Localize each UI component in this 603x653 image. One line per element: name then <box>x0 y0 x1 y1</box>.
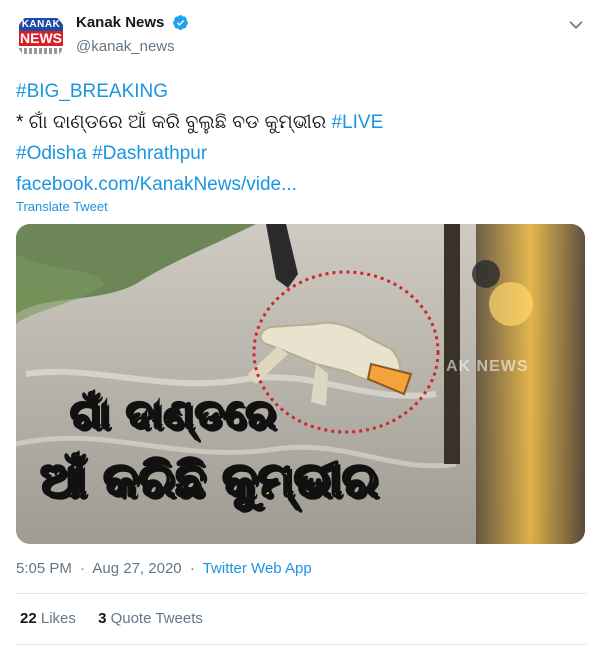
pole <box>444 224 460 464</box>
author-block: Kanak News @kanak_news <box>76 14 189 55</box>
tweet-date[interactable]: Aug 27, 2020 <box>92 560 181 577</box>
quote-tweets-label: Quote Tweets <box>110 610 203 627</box>
verified-badge-icon <box>172 15 188 31</box>
avatar-logo-tagline <box>19 48 63 54</box>
facebook-video-link[interactable]: facebook.com/KanakNews/vide... <box>16 174 297 195</box>
avatar[interactable]: KANAK NEWS <box>16 12 66 62</box>
meta-separator: · <box>189 560 195 577</box>
hashtag-live[interactable]: #LIVE <box>331 112 383 133</box>
tweet-odia-text: * ଗାଁ ଦାଣ୍ଡରେ ଆଁ କରି ବୁଲୁଛି ବଡ କୁମ୍ଭୀର <box>16 112 332 133</box>
tweet-timestamp-row: 5:05 PM · Aug 27, 2020 · Twitter Web App <box>16 560 312 577</box>
tweet-header: KANAK NEWS Kanak News @kanak_news <box>16 12 587 64</box>
tweet-time[interactable]: 5:05 PM <box>16 560 72 577</box>
hashtag-odisha[interactable]: #Odisha <box>16 143 87 164</box>
hashtag-dashrathpur[interactable]: #Dashrathpur <box>92 143 207 164</box>
divider <box>16 644 587 645</box>
likes-stat[interactable]: 22 Likes <box>20 610 80 627</box>
avatar-logo-main: NEWS <box>19 30 63 46</box>
tweet-source-link[interactable]: Twitter Web App <box>203 560 312 577</box>
quote-tweets-stat[interactable]: 3 Quote Tweets <box>98 610 203 627</box>
likes-label: Likes <box>40 610 76 627</box>
author-display-name[interactable]: Kanak News <box>76 14 164 31</box>
meta-separator: · <box>80 560 86 577</box>
media-caption-line1: ଗାଁ ଦାଣ୍ଡରେ <box>69 391 277 439</box>
video-watermark: AK NEWS <box>446 358 529 375</box>
tweet-text: #BIG_BREAKING * ଗାଁ ଦାଣ୍ଡରେ ଆଁ କରି ବୁଲୁଛ… <box>16 76 587 200</box>
tweet-card: KANAK NEWS Kanak News @kanak_news #BIG_B… <box>0 0 603 653</box>
hashtag-big-breaking[interactable]: #BIG_BREAKING <box>16 81 168 102</box>
author-handle[interactable]: @kanak_news <box>76 38 189 55</box>
chevron-down-icon[interactable] <box>565 14 587 36</box>
bike-wheel <box>472 260 500 288</box>
translate-tweet-link[interactable]: Translate Tweet <box>16 199 108 214</box>
media-caption-line2: ଆଁ କରିଛି କୁମ୍ଭୀର <box>39 451 379 509</box>
likes-count: 22 <box>20 610 37 627</box>
divider <box>16 593 587 594</box>
quote-tweets-count: 3 <box>98 610 107 627</box>
tweet-stats: 22 Likes 3 Quote Tweets <box>20 610 221 627</box>
